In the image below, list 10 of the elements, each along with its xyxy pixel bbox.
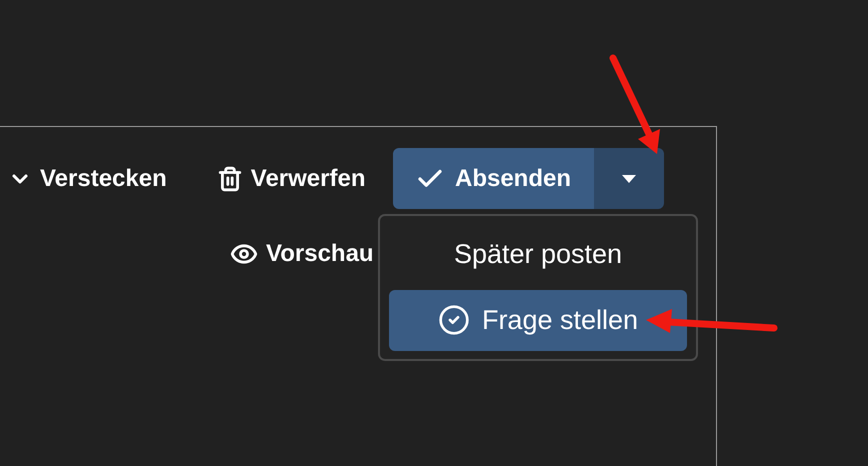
submit-options-button[interactable]	[594, 148, 664, 209]
discard-button[interactable]: Verwerfen	[216, 164, 366, 192]
preview-button[interactable]: Vorschau	[230, 240, 374, 268]
check-circle-icon	[438, 304, 470, 336]
submit-button[interactable]: Absenden	[392, 148, 594, 209]
menu-item[interactable]: Frage stellen	[389, 290, 687, 351]
trash-icon	[216, 166, 243, 192]
hide-button[interactable]: Verstecken	[8, 164, 167, 192]
caret-icon	[620, 174, 636, 184]
menu-item[interactable]: Später posten	[389, 224, 687, 286]
